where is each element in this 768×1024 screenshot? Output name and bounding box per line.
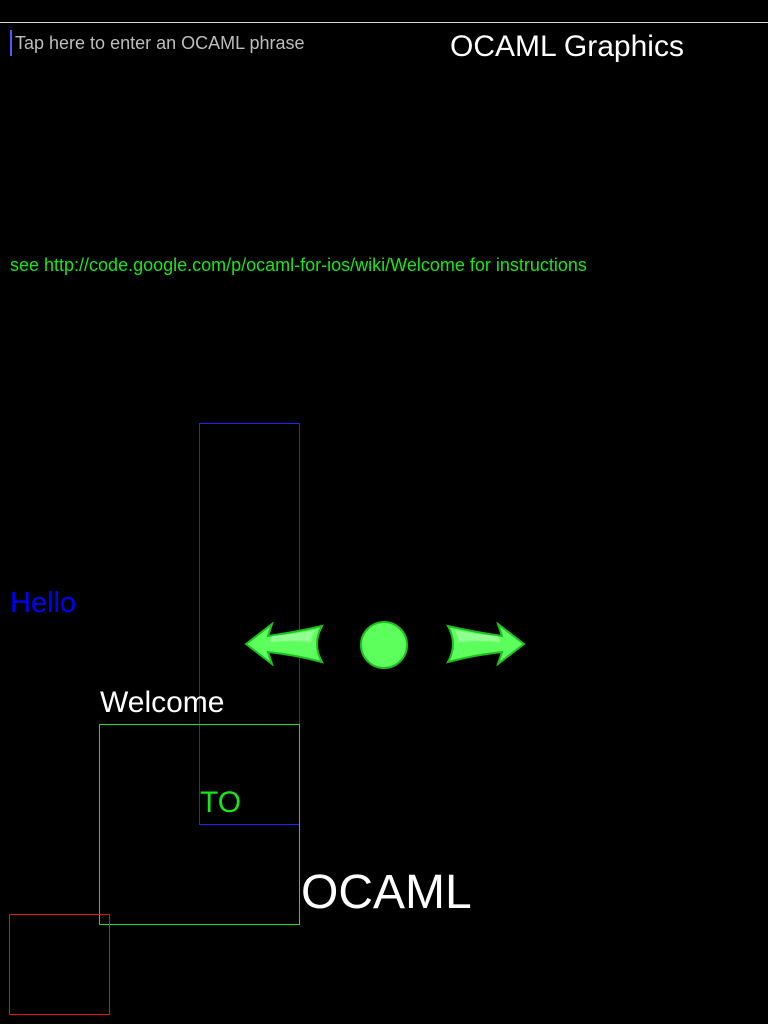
top-divider	[0, 22, 768, 23]
arrow-left-icon[interactable]	[244, 622, 324, 666]
red-rectangle	[9, 914, 110, 1015]
arrow-right-icon[interactable]	[446, 622, 526, 666]
ocaml-text: OCAML	[301, 866, 472, 919]
welcome-text: Welcome	[100, 686, 225, 719]
ocaml-phrase-input[interactable]	[10, 30, 435, 56]
hello-text: Hello	[10, 587, 77, 619]
to-text: TO	[200, 786, 242, 819]
graphics-screen: OCAML Graphics see http://code.google.co…	[0, 0, 768, 1024]
app-title: OCAML Graphics	[450, 30, 684, 63]
instructions-text: see http://code.google.com/p/ocaml-for-i…	[10, 255, 587, 275]
green-rectangle	[99, 724, 300, 925]
circle-icon[interactable]	[359, 620, 409, 670]
